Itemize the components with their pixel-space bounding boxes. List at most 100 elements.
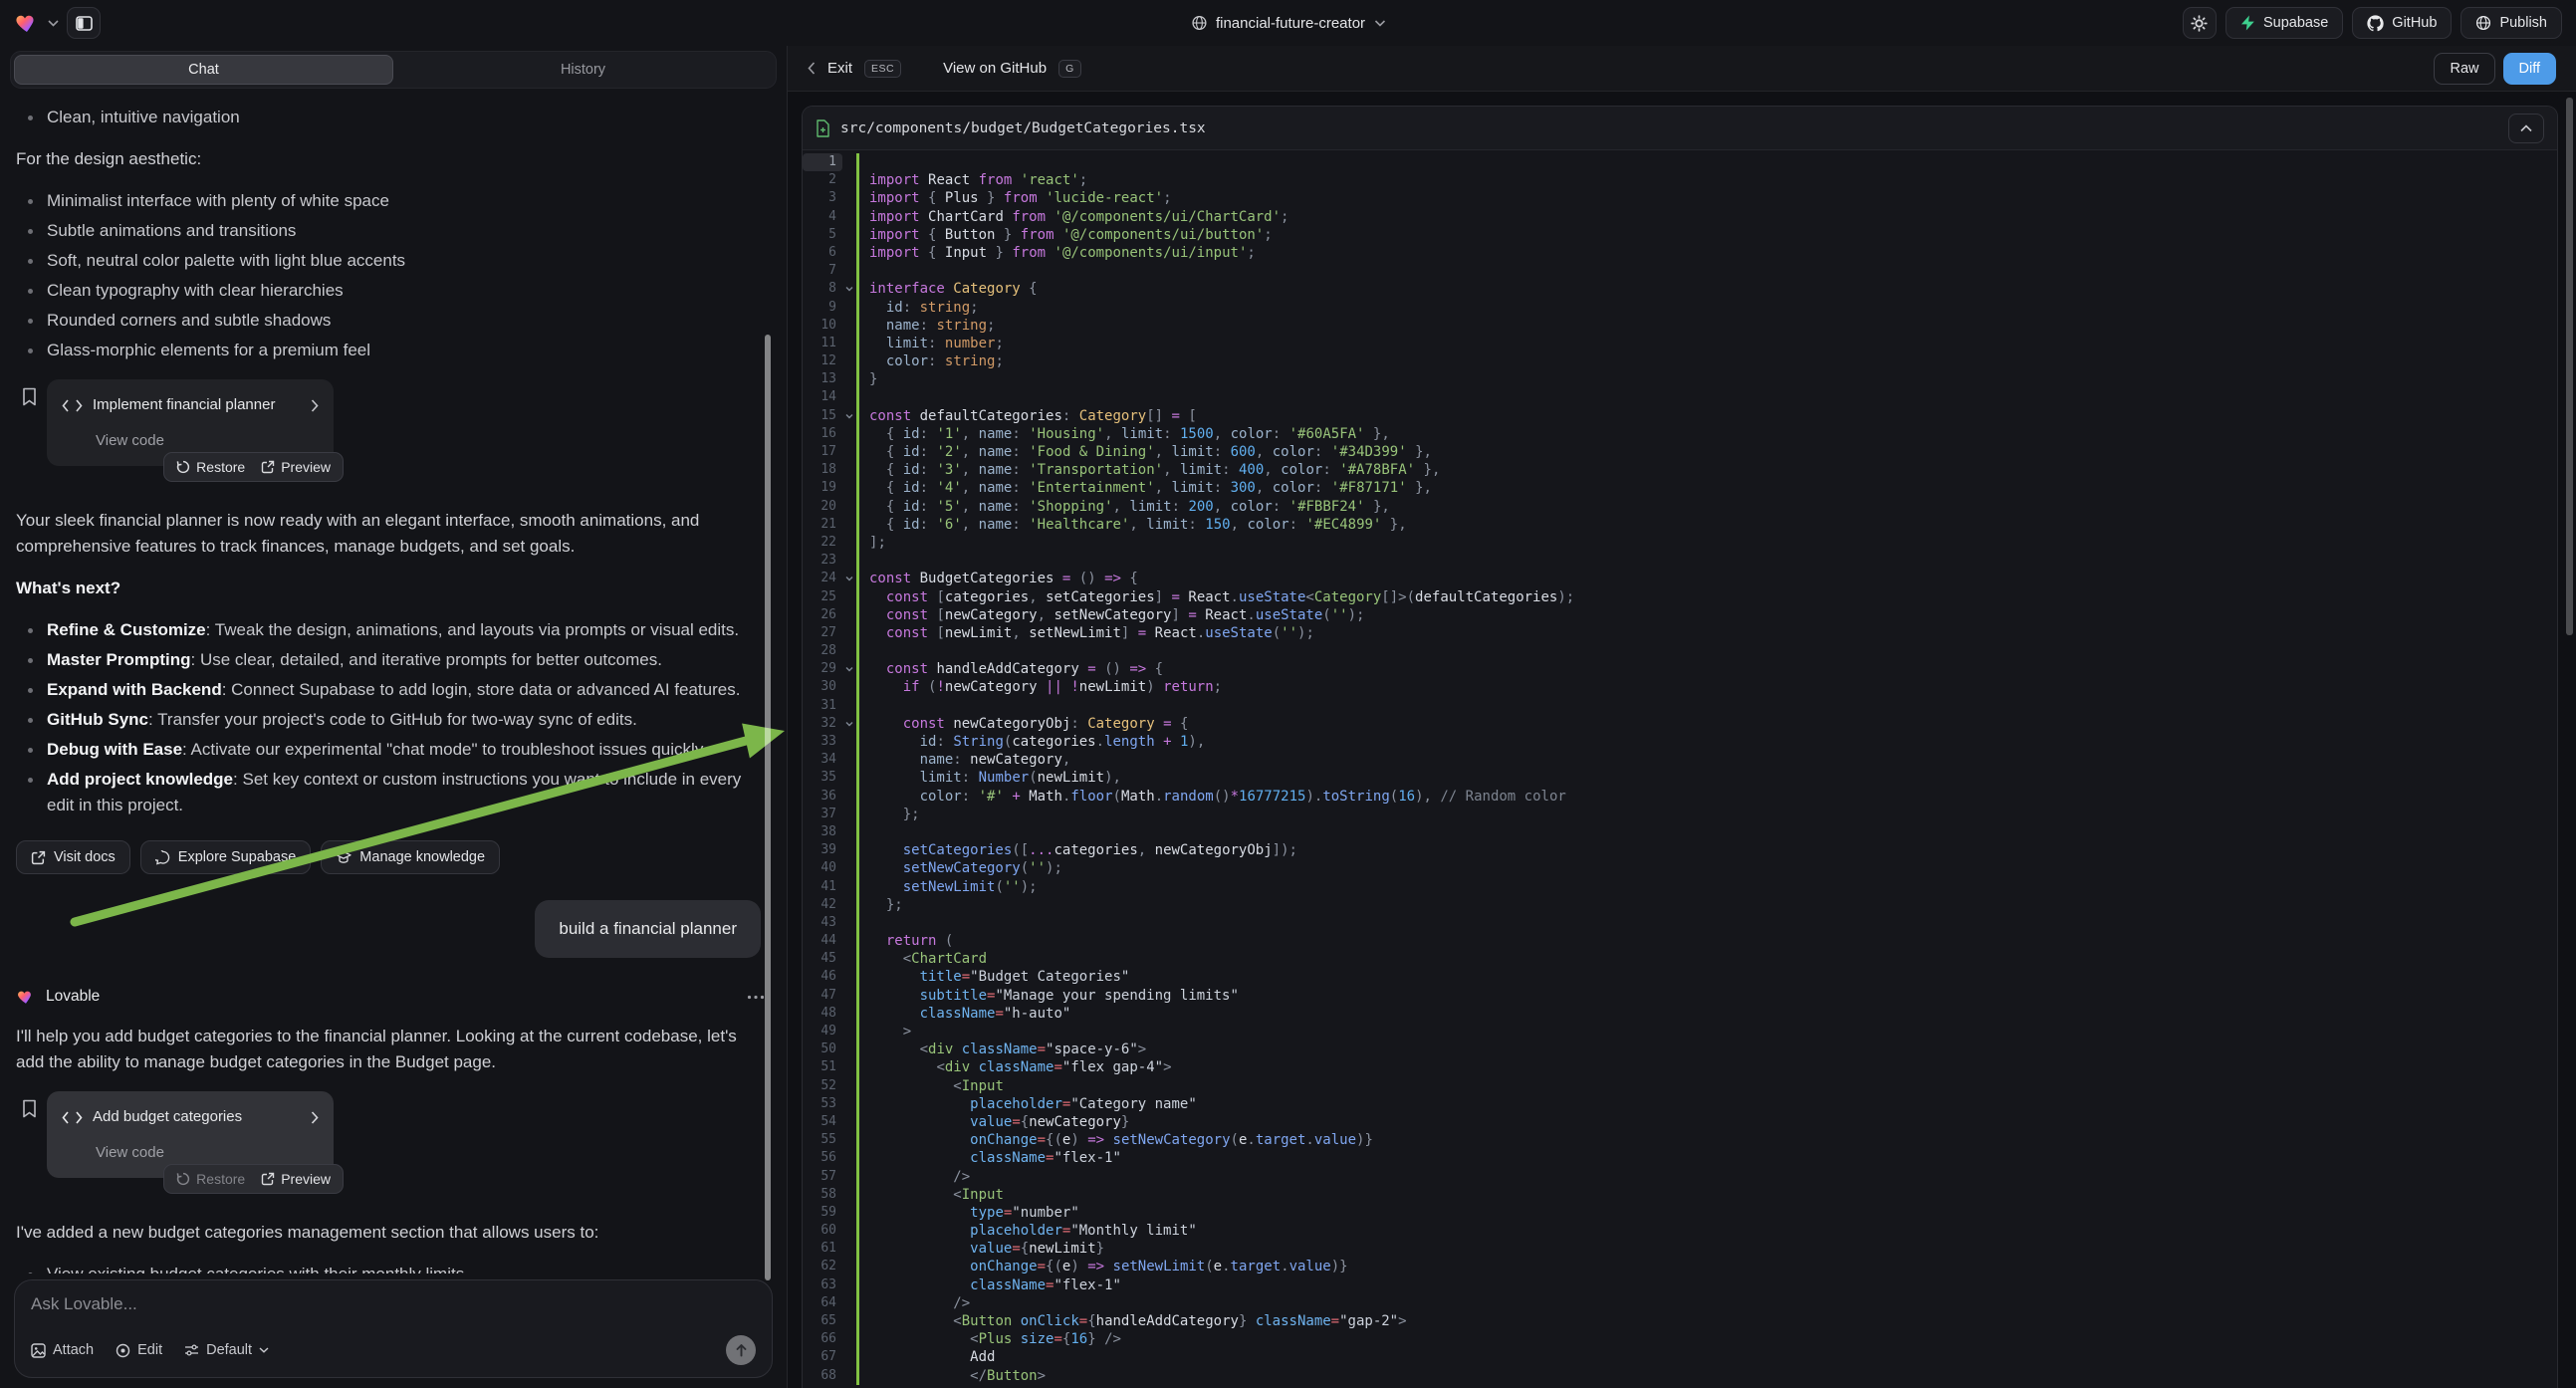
file-plus-icon <box>816 119 830 137</box>
github-button[interactable]: GitHub <box>2352 7 2452 39</box>
line-number: 51 <box>803 1058 842 1076</box>
fold-toggle-icon[interactable] <box>842 280 856 298</box>
manage-knowledge-button[interactable]: Manage knowledge <box>321 840 500 874</box>
restore-button[interactable]: Restore <box>176 1166 245 1192</box>
chat-input[interactable] <box>31 1294 756 1324</box>
fold-toggle-icon <box>842 950 856 968</box>
tab-chat[interactable]: Chat <box>14 55 393 85</box>
code-line: 37 }; <box>803 806 2557 823</box>
line-number: 38 <box>803 823 842 841</box>
code-text: const handleAddCategory = () => { <box>856 660 2557 678</box>
chat-scrollbar[interactable] <box>765 335 771 1280</box>
code-line: 59 type="number" <box>803 1204 2557 1222</box>
line-number: 62 <box>803 1258 842 1275</box>
model-selector[interactable]: Default <box>184 1342 269 1358</box>
fold-toggle-icon <box>842 987 856 1005</box>
more-options-icon[interactable] <box>747 995 765 1000</box>
line-number: 68 <box>803 1367 842 1385</box>
code-text: ]; <box>856 534 2557 552</box>
raw-toggle-button[interactable]: Raw <box>2434 53 2494 85</box>
tab-history[interactable]: History <box>393 55 773 85</box>
publish-button[interactable]: Publish <box>2460 7 2562 39</box>
settings-button[interactable] <box>2183 7 2217 39</box>
version-card-implement-financial-planner[interactable]: Implement financial planner View code Re… <box>47 379 334 466</box>
line-number: 6 <box>803 244 842 262</box>
fold-toggle-icon <box>842 443 856 461</box>
chevron-left-icon[interactable] <box>808 62 816 75</box>
project-selector[interactable]: financial-future-creator <box>1191 0 1385 46</box>
line-number: 11 <box>803 335 842 352</box>
code-line: 60 placeholder="Monthly limit" <box>803 1222 2557 1240</box>
line-number: 53 <box>803 1095 842 1113</box>
code-line: 22]; <box>803 534 2557 552</box>
preview-button[interactable]: Preview <box>261 1166 331 1192</box>
code-line: 54 value={newCategory} <box>803 1113 2557 1131</box>
code-viewer[interactable]: 1 2import React from 'react';3import { P… <box>803 150 2557 1388</box>
attach-button[interactable]: Attach <box>31 1342 94 1358</box>
chevron-down-icon[interactable] <box>48 20 59 27</box>
code-line: 8interface Category { <box>803 280 2557 298</box>
code-line: 18 { id: '3', name: 'Transportation', li… <box>803 461 2557 479</box>
fold-toggle-icon[interactable] <box>842 407 856 425</box>
fold-toggle-icon[interactable] <box>842 570 856 587</box>
code-text: }; <box>856 896 2557 914</box>
code-text: limit: Number(newLimit), <box>856 769 2557 787</box>
line-number: 20 <box>803 498 842 516</box>
fold-toggle-icon[interactable] <box>842 660 856 678</box>
view-code-link[interactable]: View code <box>96 1140 319 1166</box>
bookmark-icon[interactable] <box>22 1099 37 1118</box>
code-text: <Plus size={16} /> <box>856 1330 2557 1348</box>
version-card-add-budget-categories[interactable]: Add budget categories View code Restore <box>47 1091 334 1178</box>
view-code-link[interactable]: View code <box>96 428 319 454</box>
code-text: { id: '5', name: 'Shopping', limit: 200,… <box>856 498 2557 516</box>
send-button[interactable] <box>726 1335 756 1365</box>
code-text: const [newLimit, setNewLimit] = React.us… <box>856 624 2557 642</box>
code-text <box>856 262 2557 280</box>
code-text <box>856 642 2557 660</box>
lovable-logo[interactable] <box>14 11 40 35</box>
quick-actions: Visit docs Explore Supabase Manage <box>16 840 765 874</box>
supabase-button[interactable]: Supabase <box>2225 7 2343 39</box>
code-scrollbar[interactable] <box>2566 98 2573 635</box>
collapse-file-button[interactable] <box>2508 114 2544 143</box>
fold-toggle-icon <box>842 1204 856 1222</box>
fold-toggle-icon <box>842 425 856 443</box>
chat-messages[interactable]: Clean, intuitive navigation For the desi… <box>0 93 787 1273</box>
sidebar-toggle-button[interactable] <box>67 7 101 39</box>
code-line: 53 placeholder="Category name" <box>803 1095 2557 1113</box>
code-line: 5import { Button } from '@/components/ui… <box>803 226 2557 244</box>
assistant-name: Lovable <box>46 984 100 1010</box>
exit-button[interactable]: Exit <box>827 60 852 77</box>
line-number: 14 <box>803 388 842 406</box>
edit-button[interactable]: Edit <box>116 1342 162 1358</box>
diff-toggle-button[interactable]: Diff <box>2503 53 2557 85</box>
user-message: build a financial planner <box>535 900 761 958</box>
preview-button[interactable]: Preview <box>261 454 331 480</box>
file-header[interactable]: src/components/budget/BudgetCategories.t… <box>803 107 2557 150</box>
chevron-right-icon <box>311 399 319 412</box>
code-line: 34 name: newCategory, <box>803 751 2557 769</box>
code-text: <Input <box>856 1186 2557 1204</box>
lovable-heart-icon <box>16 988 36 1006</box>
visit-docs-button[interactable]: Visit docs <box>16 840 130 874</box>
code-line: 45 <ChartCard <box>803 950 2557 968</box>
view-on-github-link[interactable]: View on GitHub <box>943 60 1047 77</box>
code-line: 58 <Input <box>803 1186 2557 1204</box>
whats-next-item: Add project knowledge: Set key context o… <box>16 767 765 818</box>
graduation-cap-icon <box>336 850 351 865</box>
code-text: title="Budget Categories" <box>856 968 2557 986</box>
code-line: 67 Add <box>803 1348 2557 1366</box>
code-text: value={newLimit} <box>856 1240 2557 1258</box>
code-line: 17 { id: '2', name: 'Food & Dining', lim… <box>803 443 2557 461</box>
code-body: src/components/budget/BudgetCategories.t… <box>788 92 2576 1388</box>
code-text: const newCategoryObj: Category = { <box>856 715 2557 733</box>
code-line: 11 limit: number; <box>803 335 2557 352</box>
bookmark-icon[interactable] <box>22 387 37 406</box>
fold-toggle-icon[interactable] <box>842 715 856 733</box>
restore-button[interactable]: Restore <box>176 454 245 480</box>
fold-toggle-icon <box>842 1149 856 1167</box>
assistant-paragraph: I've added a new budget categories manag… <box>16 1220 743 1246</box>
explore-supabase-button[interactable]: Explore Supabase <box>140 840 312 874</box>
code-text: onChange={(e) => setNewCategory(e.target… <box>856 1131 2557 1149</box>
line-number: 1 <box>803 153 842 171</box>
